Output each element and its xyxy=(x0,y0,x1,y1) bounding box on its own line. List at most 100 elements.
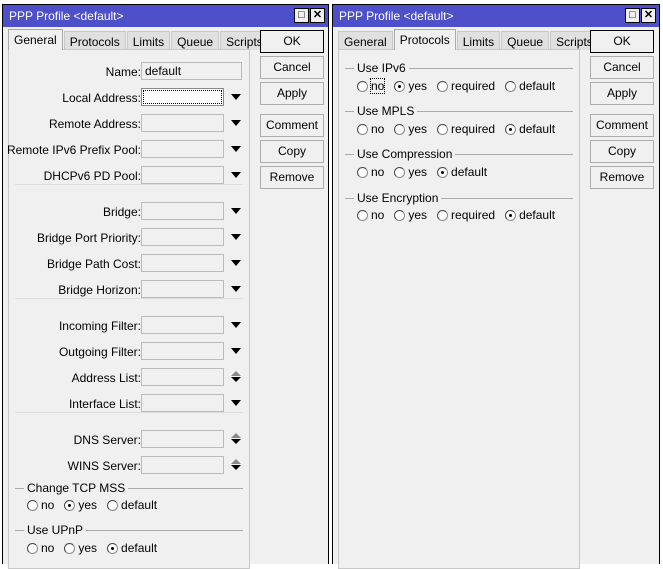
remove-button[interactable]: Remove xyxy=(260,166,324,189)
radio-use-ipv6-no[interactable]: no xyxy=(357,78,386,94)
dropdown-arrow-icon[interactable] xyxy=(231,120,241,126)
radio-use-mpls-default[interactable]: default xyxy=(505,122,555,136)
tab-bar: General Protocols Limits Queue Scripts xyxy=(338,29,600,50)
bridge-path-cost-input[interactable] xyxy=(141,254,224,272)
local-address-label: Local Address: xyxy=(62,91,141,105)
radio-group-use-upnp: no yes default xyxy=(27,541,157,555)
radio-circle-icon xyxy=(505,123,517,135)
radio-change-tcp-mss-default[interactable]: default xyxy=(107,498,157,512)
radio-use-encryption-default[interactable]: default xyxy=(505,208,555,222)
dropdown-arrow-icon[interactable] xyxy=(231,94,241,100)
tab-protocols[interactable]: Protocols xyxy=(393,29,456,50)
ok-button[interactable]: OK xyxy=(260,30,324,53)
copy-button[interactable]: Copy xyxy=(590,140,654,163)
interface-list-input[interactable] xyxy=(141,394,224,412)
name-label: Name: xyxy=(105,65,141,79)
radio-use-encryption-no[interactable]: no xyxy=(357,208,384,222)
radio-label: yes xyxy=(408,208,428,222)
radio-use-ipv6-default[interactable]: default xyxy=(505,79,555,93)
name-input[interactable]: default xyxy=(141,62,242,80)
comment-button[interactable]: Comment xyxy=(260,114,324,137)
remove-button[interactable]: Remove xyxy=(590,166,654,189)
radio-circle-icon xyxy=(394,123,406,135)
ok-button[interactable]: OK xyxy=(590,30,654,53)
updown-arrows-icon[interactable] xyxy=(231,459,241,471)
radio-use-ipv6-required[interactable]: required xyxy=(437,79,495,93)
group-title: Use Compression xyxy=(354,147,456,161)
comment-button[interactable]: Comment xyxy=(590,114,654,137)
bridge-port-priority-label: Bridge Port Priority: xyxy=(36,231,141,245)
radio-label: yes xyxy=(78,498,98,512)
group-title: Use UPnP xyxy=(24,523,87,537)
tab-queue[interactable]: Queue xyxy=(171,31,220,50)
radio-change-tcp-mss-no[interactable]: no xyxy=(27,498,54,512)
radio-use-upnp-default[interactable]: default xyxy=(107,541,157,555)
maximize-button[interactable]: □ xyxy=(625,8,640,23)
radio-circle-icon xyxy=(27,542,38,554)
apply-button[interactable]: Apply xyxy=(590,82,654,105)
local-address-input[interactable] xyxy=(141,88,224,106)
dropdown-arrow-icon[interactable] xyxy=(231,348,241,354)
radio-change-tcp-mss-yes[interactable]: yes xyxy=(64,498,97,512)
dropdown-arrow-icon[interactable] xyxy=(231,234,241,240)
bridge-input[interactable] xyxy=(141,202,224,220)
radio-circle-icon xyxy=(357,209,368,221)
dropdown-arrow-icon[interactable] xyxy=(231,146,241,152)
tab-limits[interactable]: Limits xyxy=(456,31,501,50)
wins-server-input[interactable] xyxy=(141,456,224,474)
radio-circle-icon xyxy=(505,209,517,221)
radio-circle-icon xyxy=(64,542,76,554)
radio-label: default xyxy=(121,541,158,555)
dropdown-arrow-icon[interactable] xyxy=(231,260,241,266)
apply-button[interactable]: Apply xyxy=(260,82,324,105)
dropdown-arrow-icon[interactable] xyxy=(231,322,241,328)
radio-circle-icon xyxy=(107,542,119,554)
copy-button[interactable]: Copy xyxy=(260,140,324,163)
window-title-bar[interactable]: PPP Profile <default> □ ✕ xyxy=(3,5,328,27)
tab-limits[interactable]: Limits xyxy=(126,31,171,50)
tab-general[interactable]: General xyxy=(8,29,63,50)
cancel-button[interactable]: Cancel xyxy=(260,56,324,79)
radio-use-compression-yes[interactable]: yes xyxy=(394,165,427,179)
bridge-horizon-input[interactable] xyxy=(141,280,224,298)
radio-label: no xyxy=(41,498,55,512)
radio-circle-icon xyxy=(107,499,119,511)
remote-address-input[interactable] xyxy=(141,114,224,132)
radio-use-compression-default[interactable]: default xyxy=(437,165,487,179)
maximize-button[interactable]: □ xyxy=(294,8,309,23)
close-button[interactable]: ✕ xyxy=(310,8,325,23)
radio-use-mpls-required[interactable]: required xyxy=(437,122,495,136)
radio-use-compression-no[interactable]: no xyxy=(357,165,384,179)
dns-server-input[interactable] xyxy=(141,430,224,448)
bridge-port-priority-input[interactable] xyxy=(141,228,224,246)
tab-queue[interactable]: Queue xyxy=(501,31,550,50)
radio-use-mpls-no[interactable]: no xyxy=(357,122,384,136)
radio-use-upnp-no[interactable]: no xyxy=(27,541,54,555)
dropdown-arrow-icon[interactable] xyxy=(231,208,241,214)
outgoing-filter-input[interactable] xyxy=(141,342,224,360)
dropdown-arrow-icon[interactable] xyxy=(231,286,241,292)
dropdown-arrow-icon[interactable] xyxy=(231,400,241,406)
address-list-input[interactable] xyxy=(141,368,224,386)
updown-arrows-icon[interactable] xyxy=(231,433,241,445)
interface-list-label: Interface List: xyxy=(68,397,141,411)
radio-use-upnp-yes[interactable]: yes xyxy=(64,541,97,555)
protocols-panel: Use IPv6 no yes required default Use MPLS no ye… xyxy=(338,49,580,569)
radio-use-ipv6-yes[interactable]: yes xyxy=(394,79,427,93)
tab-general[interactable]: General xyxy=(338,31,393,50)
dropdown-arrow-icon[interactable] xyxy=(231,172,241,178)
close-button[interactable]: ✕ xyxy=(641,8,656,23)
radio-use-mpls-yes[interactable]: yes xyxy=(394,122,427,136)
window-title: PPP Profile <default> xyxy=(9,9,124,23)
radio-use-encryption-yes[interactable]: yes xyxy=(394,208,427,222)
radio-use-encryption-required[interactable]: required xyxy=(437,208,495,222)
incoming-filter-input[interactable] xyxy=(141,316,224,334)
bridge-path-cost-label: Bridge Path Cost: xyxy=(46,257,141,271)
tab-protocols[interactable]: Protocols xyxy=(63,31,126,50)
cancel-button[interactable]: Cancel xyxy=(590,56,654,79)
dhcpv6-pd-pool-input[interactable] xyxy=(141,166,224,184)
window-title-bar[interactable]: PPP Profile <default> □ ✕ xyxy=(333,5,659,27)
remote-ipv6-prefix-pool-input[interactable] xyxy=(141,140,224,158)
group-title: Use IPv6 xyxy=(354,61,409,75)
updown-arrows-icon[interactable] xyxy=(231,371,241,383)
